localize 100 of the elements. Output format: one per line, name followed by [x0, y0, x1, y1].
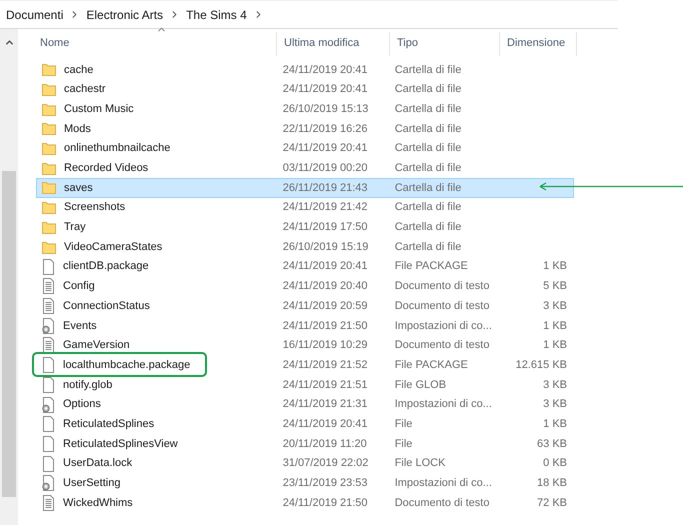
- file-name: ReticulatedSplines: [63, 416, 154, 432]
- file-name: Screenshots: [64, 200, 126, 216]
- file-row[interactable]: Options 24/11/2019 21:31 Impostazioni di co... 3 KB: [36, 394, 574, 414]
- file-type: Impostazioni di co...: [394, 476, 493, 492]
- file-name: UserData.lock: [63, 456, 132, 472]
- breadcrumb-item[interactable]: The Sims 4: [186, 6, 247, 24]
- file-row[interactable]: Events 24/11/2019 21:50 Impostazioni di co... 1 KB: [36, 316, 574, 336]
- file-size: 1 KB: [543, 416, 567, 432]
- file-row[interactable]: cachestr 24/11/2019 20:41 Cartella di file: [36, 80, 574, 100]
- file-row[interactable]: Custom Music 26/10/2019 15:13 Cartella di file: [36, 99, 574, 120]
- folder-icon: [42, 102, 56, 116]
- file-icon: [42, 456, 55, 472]
- file-size: 1 KB: [543, 338, 567, 354]
- file-type: Cartella di file: [394, 240, 462, 255]
- file-name: cachestr: [64, 82, 106, 98]
- folder-icon: [42, 201, 56, 214]
- folder-icon: [42, 220, 56, 234]
- file-type: File: [394, 416, 414, 432]
- folder-icon: [42, 122, 56, 136]
- file-row[interactable]: Recorded Videos 03/11/2019 00:20 Cartella di file: [36, 158, 574, 178]
- file-type: File LOCK: [394, 456, 446, 472]
- file-row[interactable]: ReticulatedSplinesView 20/11/2019 11:20 File 63 KB: [36, 434, 574, 454]
- settings-file-icon: [42, 475, 55, 492]
- modified-date: 23/11/2019 23:53: [282, 476, 369, 492]
- modified-date: 24/11/2019 20:40: [282, 279, 369, 294]
- file-type: Cartella di file: [394, 141, 462, 156]
- file-name: VideoCameraStates: [64, 240, 162, 255]
- file-type: File: [394, 436, 414, 452]
- file-name: ReticulatedSplinesView: [63, 436, 178, 452]
- file-type: Cartella di file: [394, 102, 462, 117]
- folder-icon: [42, 63, 56, 76]
- file-name: UserSetting: [63, 476, 120, 492]
- modified-date: 24/11/2019 21:42: [282, 200, 369, 216]
- modified-date: 26/10/2019 15:19: [282, 240, 370, 255]
- file-name: clientDB.package: [63, 259, 149, 274]
- modified-date: 22/11/2019 16:26: [282, 122, 369, 137]
- file-type: Documento di testo: [394, 338, 490, 354]
- file-icon: [42, 357, 55, 374]
- file-row[interactable]: GameVersion 16/11/2019 10:29 Documento di testo 1 KB: [36, 336, 574, 356]
- modified-date: 24/11/2019 20:41: [282, 416, 369, 432]
- modified-date: 24/11/2019 20:41: [282, 141, 369, 156]
- column-header[interactable]: Dimensione: [500, 32, 577, 56]
- file-name: localthumbcache.package: [63, 358, 190, 373]
- file-type: Cartella di file: [394, 161, 462, 176]
- modified-date: 20/11/2019 11:20: [282, 436, 368, 452]
- file-row[interactable]: UserData.lock 31/07/2019 22:02 File LOCK 0 KB: [36, 454, 574, 474]
- file-row[interactable]: UserSetting 23/11/2019 23:53 Impostazioni di co... 18 KB: [36, 473, 574, 494]
- file-icon: [42, 258, 55, 275]
- modified-date: 24/11/2019 20:41: [282, 62, 369, 78]
- file-type: Cartella di file: [394, 220, 462, 236]
- file-name: notify.glob: [63, 378, 112, 393]
- file-type: Impostazioni di co...: [394, 397, 493, 412]
- file-size: 12.615 KB: [516, 358, 567, 373]
- column-header[interactable]: Nome: [36, 32, 277, 56]
- modified-date: 26/11/2019 21:43: [282, 180, 369, 196]
- column-header[interactable]: Tipo: [390, 32, 500, 56]
- file-size: 0 KB: [543, 456, 567, 472]
- file-size: 3 KB: [543, 378, 567, 393]
- folder-icon: [42, 240, 56, 254]
- file-name: saves: [64, 180, 93, 196]
- file-name: cache: [64, 62, 94, 78]
- breadcrumb-item[interactable]: Documenti: [6, 6, 64, 24]
- file-type: Cartella di file: [394, 62, 462, 78]
- file-row[interactable]: localthumbcache.package 24/11/2019 21:52 File PACKAGE 12.615 KB: [36, 355, 574, 375]
- file-row[interactable]: ConnectionStatus 24/11/2019 20:59 Documento di testo 3 KB: [36, 296, 574, 316]
- file-name: Recorded Videos: [64, 161, 148, 176]
- file-row[interactable]: Screenshots 24/11/2019 21:42 Cartella di file: [36, 198, 574, 218]
- file-row[interactable]: WickedWhims 24/11/2019 21:50 Documento di testo 72 KB: [36, 493, 574, 513]
- file-row[interactable]: clientDB.package 24/11/2019 20:41 File PACKAGE 1 KB: [36, 256, 574, 277]
- file-name: Mods: [64, 122, 91, 137]
- file-icon: [42, 416, 55, 432]
- text-file-icon: [42, 298, 55, 314]
- file-type: Cartella di file: [394, 180, 462, 196]
- file-row[interactable]: onlinethumbnailcache 24/11/2019 20:41 Cartella di file: [36, 138, 574, 158]
- file-row[interactable]: Config 24/11/2019 20:40 Documento di testo 5 KB: [36, 276, 574, 296]
- file-name: Config: [63, 279, 95, 294]
- file-row[interactable]: ReticulatedSplines 24/11/2019 20:41 File 1 KB: [36, 414, 574, 434]
- file-row[interactable]: saves 26/11/2019 21:43 Cartella di file: [36, 178, 574, 198]
- modified-date: 24/11/2019 20:41: [282, 82, 369, 98]
- file-row[interactable]: VideoCameraStates 26/10/2019 15:19 Cartella di file: [36, 237, 574, 257]
- file-name: Tray: [64, 220, 86, 236]
- file-row[interactable]: notify.glob 24/11/2019 21:51 File GLOB 3 KB: [36, 375, 574, 395]
- breadcrumb-item[interactable]: Electronic Arts: [86, 6, 164, 24]
- modified-date: 24/11/2019 21:52: [282, 358, 369, 373]
- file-type: Cartella di file: [394, 82, 462, 98]
- modified-date: 26/10/2019 15:13: [282, 102, 370, 117]
- column-header[interactable]: Ultima modifica: [277, 32, 390, 56]
- file-name: Custom Music: [64, 102, 134, 117]
- file-name: GameVersion: [63, 338, 130, 354]
- modified-date: 24/11/2019 21:31: [282, 397, 369, 412]
- file-type: Cartella di file: [394, 122, 462, 137]
- scrollbar-thumb[interactable]: [2, 171, 16, 497]
- file-row[interactable]: Mods 22/11/2019 16:26 Cartella di file: [36, 119, 574, 139]
- file-row[interactable]: Tray 24/11/2019 17:50 Cartella di file: [36, 218, 574, 238]
- modified-date: 24/11/2019 21:51: [282, 378, 369, 393]
- modified-date: 24/11/2019 17:50: [282, 220, 369, 236]
- file-row[interactable]: cache 24/11/2019 20:41 Cartella di file: [36, 60, 574, 80]
- file-size: 3 KB: [543, 397, 567, 412]
- file-type: Cartella di file: [394, 200, 462, 216]
- file-size: 18 KB: [537, 476, 567, 492]
